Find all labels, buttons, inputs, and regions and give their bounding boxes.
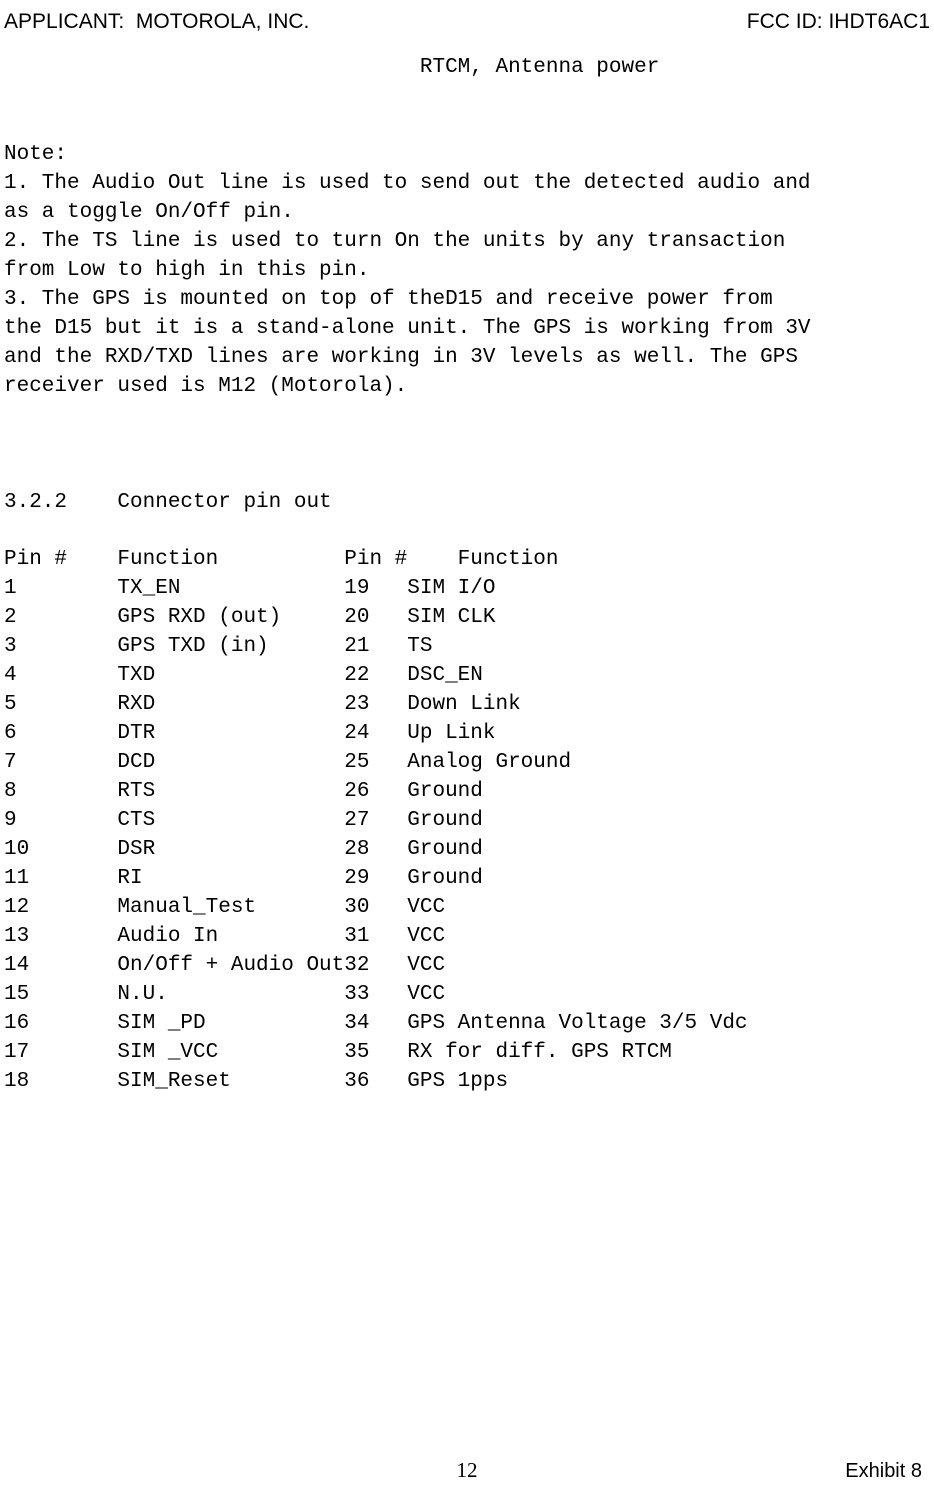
applicant-label: APPLICANT: — [4, 10, 124, 33]
page-number: 12 — [0, 1458, 934, 1483]
document-body: RTCM, Antenna power Note: 1. The Audio O… — [4, 54, 930, 1097]
fcc-value: IHDT6AC1 — [828, 10, 930, 33]
fcc-id: FCC ID: IHDT6AC1 — [747, 10, 930, 34]
exhibit-label: Exhibit 8 — [845, 1460, 922, 1483]
applicant-value: MOTOROLA, INC. — [136, 10, 309, 33]
header: APPLICANT: MOTOROLA, INC. FCC ID: IHDT6A… — [4, 10, 930, 34]
applicant: APPLICANT: MOTOROLA, INC. — [4, 10, 309, 34]
fcc-label: FCC ID: — [747, 10, 823, 33]
